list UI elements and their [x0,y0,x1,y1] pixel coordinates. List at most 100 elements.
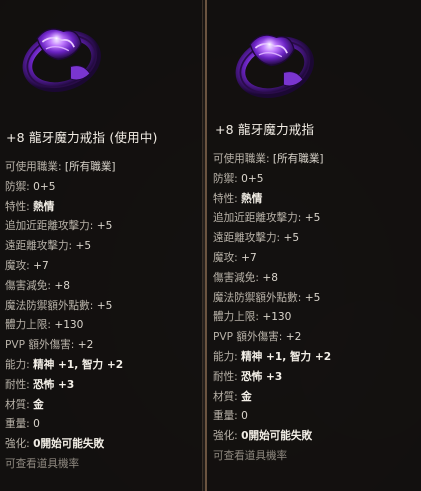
stat-value: 0+5 [33,180,56,193]
stat-value: +5 [304,212,321,225]
stat-row: 追加近距離攻擊力: +5 [5,217,123,237]
stat-label: 材質: [213,390,242,403]
stat-label: 可使用職業: [5,161,65,173]
stat-value: +130 [262,311,292,324]
stat-label: 重量: [213,410,242,423]
stat-row: PVP 額外傷害: +2 [213,328,331,348]
stat-row: 魔攻: +7 [213,249,331,269]
stat-value: 精神 +1, 智力 +2 [33,358,124,371]
stat-label: 魔法防禦額外點數: [5,299,97,312]
dragon-fang-ring-icon [235,34,314,98]
stat-label: 魔攻: [5,259,34,272]
stat-label: 特性: [213,192,242,205]
stat-label: 傷害減免: [5,279,55,292]
stat-value: 0 [241,410,248,423]
stat-value: 金 [241,390,252,403]
stat-label: 強化: [5,438,34,451]
stat-label: 遠距離攻擊力: [213,232,284,245]
item-name-equipped: +8 龍牙魔力戒指 (使用中) [6,130,158,145]
stat-label: 耐性: [213,370,242,383]
stat-value: +5 [283,232,300,245]
equipped-item-tooltip: +8 龍牙魔力戒指 (使用中) 可使用職業: [所有職業] 防禦: 0+5 特性: … [0,0,203,491]
stat-value: 熱情 [241,192,263,205]
stat-value: +8 [54,279,70,292]
stat-value: 金 [33,398,44,411]
stat-value: 0 [33,418,40,431]
stat-value: +5 [75,240,92,253]
stat-label: 追加近距離攻擊力: [213,212,305,225]
stat-row: 強化: 0開始可能失敗 [5,435,123,455]
stat-label: 遠距離攻擊力: [5,240,76,253]
stat-row: 傷害減免: +8 [213,269,331,289]
stat-row: 可使用職業: [所有職業] [213,150,331,170]
stat-row: PVP 額外傷害: +2 [5,336,123,356]
stat-label: 防禦: [213,172,242,185]
stat-row: 魔法防禦額外點數: +5 [213,289,331,309]
stat-value: +2 [77,339,94,352]
stat-label: 重量: [5,418,34,431]
stat-value: 0開始可能失敗 [241,430,313,443]
stat-row: 體力上限: +130 [213,308,331,328]
view-item-probability-text: 可查看道具機率 [213,447,331,467]
stat-row: 重量: 0 [5,415,123,435]
stat-row: 魔法防禦額外點數: +5 [5,297,123,317]
stat-row: 能力: 精神 +1, 智力 +2 [213,348,331,368]
stat-value: 恐怖 +3 [33,378,75,391]
stat-label: 強化: [213,430,242,443]
stat-row: 特性: 熱情 [213,190,331,210]
stat-row: 材質: 金 [5,396,123,416]
view-item-probability-text: 可查看道具機率 [5,455,123,475]
item-name-compared: +8 龍牙魔力戒指 [215,122,315,137]
stat-row: 特性: 熱情 [5,198,123,218]
stat-row: 可使用職業: [所有職業] [5,158,123,178]
stat-label: 魔法防禦額外點數: [213,291,305,304]
stat-row: 耐性: 恐怖 +3 [213,368,331,388]
dragon-fang-ring-icon [22,28,101,92]
item-stats-list: 可使用職業: [所有職業] 防禦: 0+5 特性: 熱情 追加近距離攻擊力: +5 遠距… [5,158,123,475]
stat-row: 遠距離攻擊力: +5 [5,237,123,257]
stat-value: +5 [96,220,113,233]
stat-value: +5 [304,291,321,304]
stat-row: 體力上限: +130 [5,316,123,336]
stat-row: 重量: 0 [213,407,331,427]
stat-label: 體力上限: [5,319,55,332]
stat-row: 耐性: 恐怖 +3 [5,376,123,396]
stat-value: 恐怖 +3 [241,370,283,383]
stat-label: 體力上限: [213,311,263,324]
stat-value: +130 [54,319,84,332]
stat-label: 耐性: [5,378,34,391]
stat-label: PVP 額外傷害: [5,339,78,352]
compared-item-tooltip: +8 龍牙魔力戒指 可使用職業: [所有職業] 防禦: 0+5 特性: 熱情 追加近距… [205,0,421,491]
stat-value: [所有職業] [64,161,116,173]
stat-row: 能力: 精神 +1, 智力 +2 [5,356,123,376]
stat-value: 熱情 [33,200,55,213]
stat-value: 精神 +1, 智力 +2 [241,350,332,363]
stat-value: +7 [241,251,257,264]
stat-label: PVP 額外傷害: [213,331,286,344]
game-screen: +8 龍牙魔力戒指 (使用中) 可使用職業: [所有職業] 防禦: 0+5 特性: … [0,0,421,491]
stat-row: 遠距離攻擊力: +5 [213,229,331,249]
stat-label: 能力: [213,350,242,363]
stat-label: 追加近距離攻擊力: [5,220,97,233]
stat-value: 0+5 [241,172,264,185]
stat-value: +7 [33,259,49,272]
stat-row: 材質: 金 [213,388,331,408]
stat-label: 能力: [5,358,34,371]
stat-row: 強化: 0開始可能失敗 [213,427,331,447]
stat-row: 傷害減免: +8 [5,277,123,297]
stat-label: 特性: [5,200,34,213]
stat-label: 防禦: [5,180,34,193]
stat-value: [所有職業] [272,153,324,165]
stat-label: 可查看道具機率 [5,457,80,470]
stat-value: +5 [96,299,113,312]
stat-label: 可查看道具機率 [213,449,288,462]
item-stats-list: 可使用職業: [所有職業] 防禦: 0+5 特性: 熱情 追加近距離攻擊力: +5 遠距… [213,150,331,467]
stat-row: 防禦: 0+5 [5,178,123,198]
stat-value: +8 [262,271,278,284]
stat-label: 可使用職業: [213,153,273,165]
stat-row: 魔攻: +7 [5,257,123,277]
stat-row: 追加近距離攻擊力: +5 [213,209,331,229]
stat-label: 魔攻: [213,251,242,264]
stat-label: 材質: [5,398,34,411]
stat-label: 傷害減免: [213,271,263,284]
